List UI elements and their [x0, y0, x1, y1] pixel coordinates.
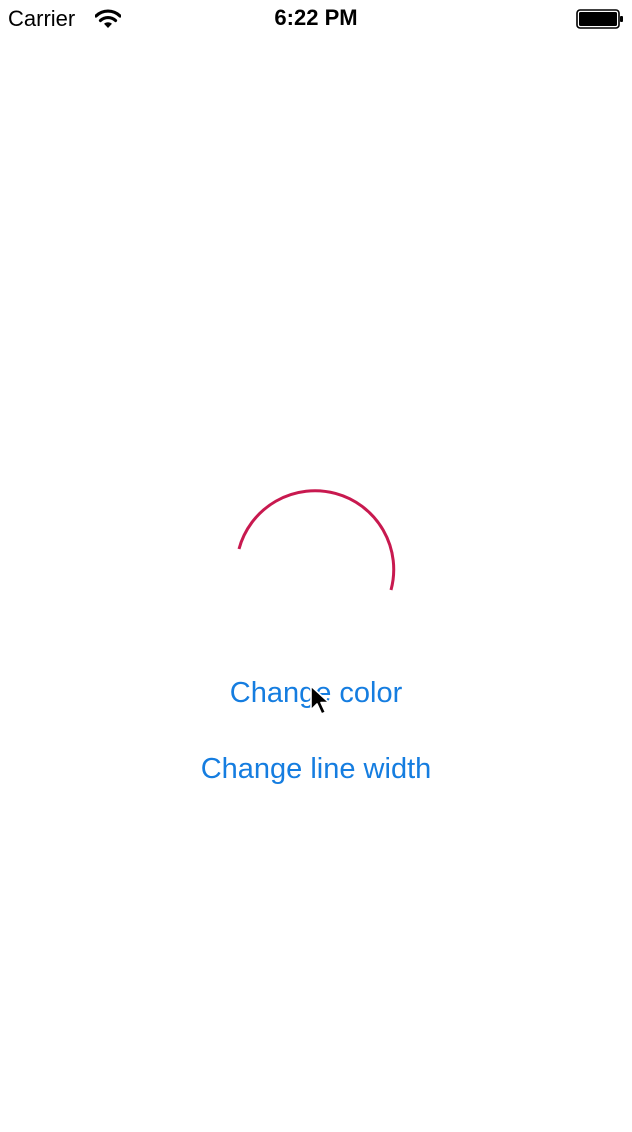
progress-arc — [237, 489, 396, 591]
status-time: 6:22 PM — [274, 5, 358, 30]
change-line-width-button[interactable]: Change line width — [0, 751, 632, 787]
battery-icon — [576, 9, 623, 29]
status-bar: Carrier 6:22 PM — [0, 0, 632, 40]
change-color-button[interactable]: Change color — [0, 675, 632, 711]
